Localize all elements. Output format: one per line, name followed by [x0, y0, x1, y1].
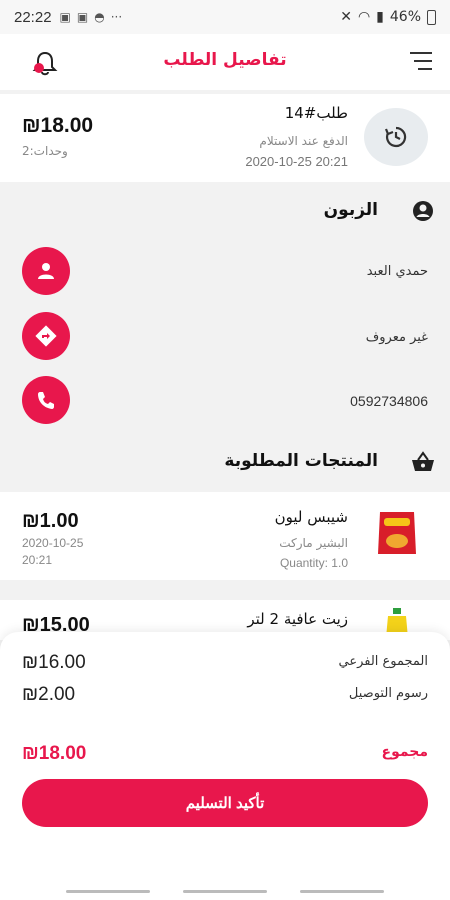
- person-icon[interactable]: [22, 247, 70, 295]
- total-label: مجموع: [381, 744, 428, 760]
- customer-address: غير معروف: [365, 330, 428, 345]
- total-value: ₪18.00: [22, 743, 87, 764]
- wifi-icon: ◠: [357, 9, 371, 25]
- nav-recents-handle[interactable]: [299, 889, 384, 893]
- order-datetime: 2020-10-25 20:21: [245, 154, 348, 169]
- app-bar: تفاصيل الطلب: [0, 34, 450, 90]
- menu-icon[interactable]: [406, 52, 432, 74]
- order-summary-card: ₪18.00 وحدات:2 طلب#14 الدفع عند الاستلام…: [0, 94, 450, 182]
- product-price: ₪1.00: [22, 510, 79, 532]
- customer-section-title: الزبون: [323, 200, 378, 220]
- confirm-delivery-button[interactable]: تأكيد التسليم: [22, 779, 428, 827]
- order-history-icon: [364, 108, 428, 166]
- signal-icon: ▮: [376, 9, 384, 25]
- nav-home-handle[interactable]: [182, 889, 267, 893]
- payment-method: الدفع عند الاستلام: [259, 134, 348, 148]
- delivery-fee-label: رسوم التوصيل: [348, 686, 428, 701]
- delivery-fee-value: ₪2.00: [22, 684, 76, 705]
- status-bar: 22:22 ▣ ▣ ◓ ··· ✕ ◠ ▮ 46%: [0, 0, 450, 34]
- battery-percent: 46%: [389, 9, 421, 25]
- status-time: 22:22: [14, 8, 52, 26]
- status-notification-icons: ▣ ▣ ◓ ···: [60, 10, 123, 24]
- product-store: البشير ماركت: [279, 536, 348, 550]
- products-section-title: المنتجات المطلوبة: [224, 451, 378, 471]
- battery-icon: [427, 9, 436, 25]
- system-nav-bar: [0, 882, 450, 900]
- product-date: 2020-10-25: [22, 536, 84, 550]
- bag-icon: ◓: [94, 10, 105, 24]
- product-quantity: Quantity: 1.0: [279, 556, 348, 570]
- phone-icon[interactable]: [22, 376, 70, 424]
- nav-back-handle[interactable]: [66, 889, 151, 893]
- order-units: وحدات:2: [22, 144, 68, 158]
- product-time: 20:21: [22, 553, 53, 567]
- product-name-2: زيت عافية 2 لتر: [247, 610, 348, 628]
- basket-icon: [410, 451, 436, 477]
- directions-icon[interactable]: [22, 312, 70, 360]
- customer-icon: [412, 200, 434, 226]
- product-name: شيبس ليون: [274, 508, 348, 526]
- order-total: ₪18.00: [22, 114, 94, 137]
- order-number: طلب#14: [284, 104, 348, 122]
- chips-product-image: [374, 508, 420, 558]
- subtotal-label: المجموع الفرعي: [338, 654, 428, 669]
- mute-icon: ✕: [340, 9, 352, 25]
- customer-name: حمدي العبد: [366, 264, 428, 279]
- image-icon-2: ▣: [76, 10, 89, 24]
- more-icon: ···: [110, 10, 123, 24]
- page-title: تفاصيل الطلب: [163, 50, 287, 70]
- subtotal-value: ₪16.00: [22, 652, 86, 673]
- product-item[interactable]: ₪1.00 2020-10-25 20:21 شيبس ليون البشير …: [0, 492, 450, 580]
- customer-phone[interactable]: 0592734806: [350, 393, 428, 409]
- order-summary-sheet: ₪16.00 المجموع الفرعي ₪2.00 رسوم التوصيل…: [0, 632, 450, 900]
- image-icon: ▣: [59, 10, 71, 24]
- status-system-icons: ✕ ◠ ▮ 46%: [340, 9, 436, 25]
